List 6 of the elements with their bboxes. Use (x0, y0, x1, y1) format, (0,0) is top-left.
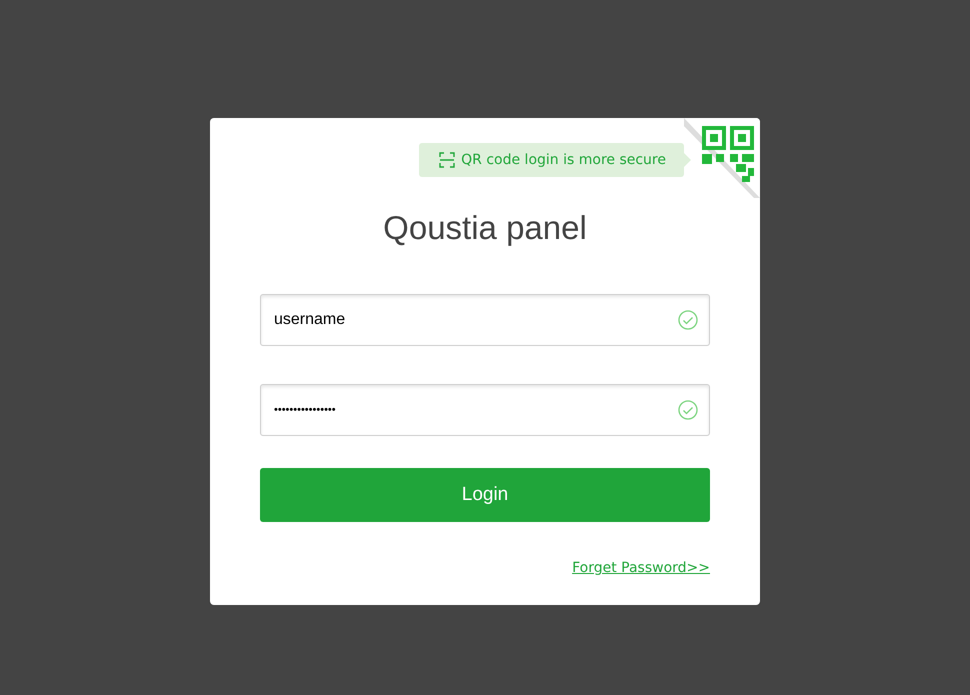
password-field[interactable]: •••••••••••••••• (260, 384, 710, 436)
qr-code-icon[interactable] (684, 118, 760, 198)
qr-tip-text: QR code login is more secure (461, 152, 666, 168)
panel-title: Qoustia panel (382, 208, 588, 248)
scan-icon (439, 152, 456, 168)
username-field[interactable]: username (260, 294, 710, 346)
